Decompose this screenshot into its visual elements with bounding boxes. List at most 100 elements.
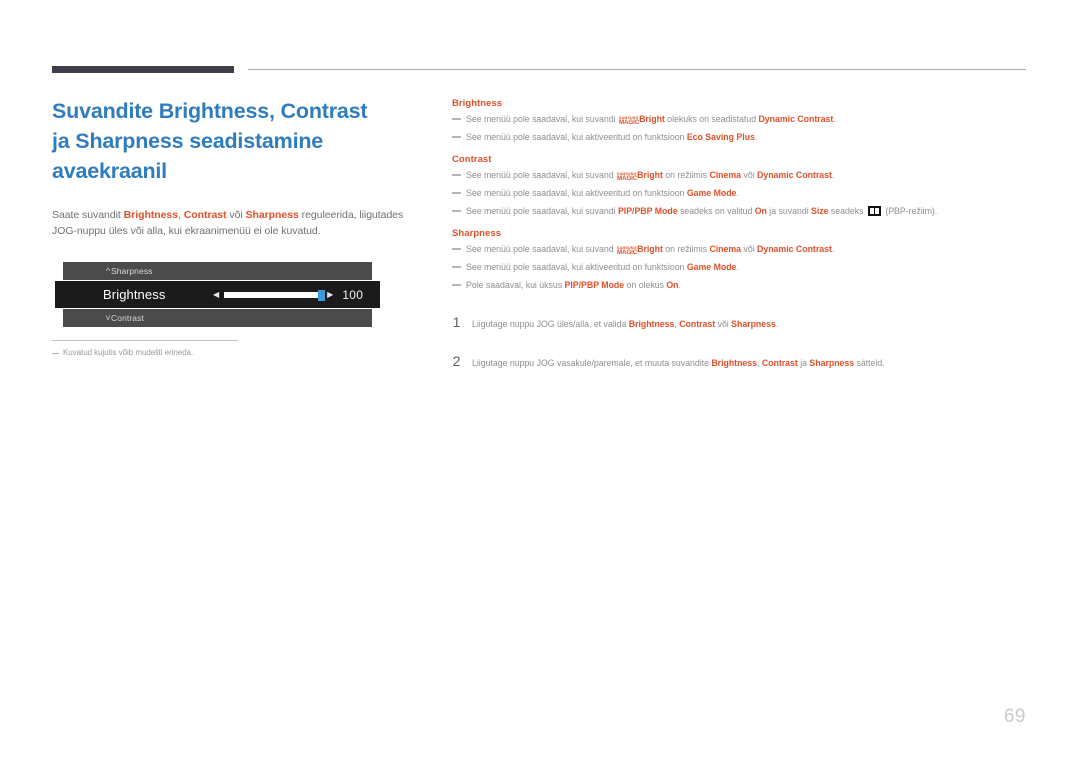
- note-bullet-text: See menüü pole saadaval, kui suvand SAMS…: [466, 242, 1022, 257]
- chevron-up-icon: ^: [105, 265, 111, 276]
- dash-bullet-icon: [452, 284, 461, 286]
- steps-list: 1 Liigutage nuppu JOG üles/alla, et valid…: [452, 315, 1022, 370]
- note-bullet-text: See menüü pole saadaval, kui aktiveeritu…: [466, 130, 1022, 145]
- body-text: on olekus: [624, 280, 667, 290]
- emphasis-term: Eco Saving Plus: [686, 132, 755, 142]
- body-text: Pole saadaval, kui üksus: [466, 280, 565, 290]
- emphasis-term: Contrast: [679, 319, 716, 329]
- osd-slider[interactable]: ◀ ▶ 100: [213, 281, 373, 308]
- dash-bullet-icon: [452, 174, 461, 176]
- dash-bullet-icon: [452, 266, 461, 268]
- emphasis-term: Contrast: [183, 209, 227, 221]
- body-text: See menüü pole saadaval, kui suvand: [466, 170, 617, 180]
- note-bullet: See menüü pole saadaval, kui aktiveeritu…: [452, 186, 1022, 201]
- emphasis-term: Sharpness: [809, 358, 855, 368]
- body-text: See menüü pole saadaval, kui aktiveeritu…: [466, 262, 687, 272]
- step-number: 1: [452, 314, 461, 330]
- dash-bullet-icon: [452, 118, 461, 120]
- emphasis-term: Contrast: [761, 358, 798, 368]
- footnote: Kuvatud kujutis võib mudeliti erineda.: [52, 348, 252, 357]
- chevron-down-icon: ˅: [105, 312, 111, 323]
- note-bullet: Pole saadaval, kui üksus PIP/PBP Mode on…: [452, 278, 1022, 293]
- body-text: .: [831, 170, 835, 180]
- slider-track[interactable]: [224, 289, 326, 301]
- note-group-heading: Brightness: [452, 98, 503, 109]
- body-text: ja: [797, 358, 810, 368]
- body-text: Saate suvandit: [52, 209, 124, 221]
- samsung-magic-logo-icon: SAMSUNG MAGIC: [617, 172, 638, 182]
- body-text: seadeks on valitud: [677, 206, 755, 216]
- pbp-size-icon: [867, 206, 881, 216]
- emphasis-term: Cinema: [709, 170, 742, 180]
- body-text: seadeks: [828, 206, 866, 216]
- page-title-line-2: ja Sharpness seadistamine: [52, 129, 324, 153]
- note-group-brightness: Brightness See menüü pole saadaval, kui s…: [452, 98, 1022, 145]
- body-text: See menüü pole saadaval, kui suvandi: [466, 206, 618, 216]
- footnote-rule: [52, 340, 238, 341]
- emphasis-term: Dynamic Contrast: [758, 114, 834, 124]
- body-text: või: [741, 244, 758, 254]
- note-bullet-text: See menüü pole saadaval, kui suvandi SAM…: [466, 112, 1022, 127]
- footnote-text: Kuvatud kujutis võib mudeliti erineda.: [63, 348, 194, 357]
- slider-left-arrow-icon[interactable]: ◀: [213, 290, 219, 299]
- emphasis-term: PIP/PBP Mode: [617, 206, 678, 216]
- osd-row-contrast[interactable]: ˅ Contrast: [63, 309, 372, 327]
- dash-bullet-icon: [452, 248, 461, 250]
- note-group-sharpness: Sharpness See menüü pole saadaval, kui su…: [452, 228, 1022, 293]
- header-rule-thin: [248, 69, 1026, 70]
- note-bullet: See menüü pole saadaval, kui suvandi SAM…: [452, 112, 1022, 127]
- body-text: ja suvandi: [766, 206, 812, 216]
- body-text: .: [736, 188, 739, 198]
- intro-paragraph: Saate suvandit Brightness, Contrast või …: [52, 208, 404, 239]
- emphasis-term: On: [754, 206, 767, 216]
- osd-widget: ^ Sharpness Brightness ◀ ▶ 100 ˅ Contras…: [55, 262, 380, 327]
- note-bullet: See menüü pole saadaval, kui suvandi PIP…: [452, 204, 1022, 219]
- emphasis-term: Brightness: [123, 209, 178, 221]
- emphasis-term: Sharpness: [731, 319, 776, 329]
- body-text: .: [775, 319, 779, 329]
- note-bullet: See menüü pole saadaval, kui aktiveeritu…: [452, 260, 1022, 275]
- slider-knob[interactable]: [318, 289, 326, 301]
- page-title: Suvandite Brightness, Contrast ja Sharpne…: [52, 96, 422, 186]
- note-group-contrast: Contrast See menüü pole saadaval, kui suv…: [452, 154, 1022, 219]
- note-bullet-text: See menüü pole saadaval, kui suvand SAMS…: [466, 168, 1022, 183]
- header-rule: [52, 66, 1026, 76]
- note-bullet-text: Pole saadaval, kui üksus PIP/PBP Mode on…: [466, 278, 1022, 293]
- step-number: 2: [452, 353, 461, 369]
- osd-selected-label: Brightness: [103, 287, 166, 302]
- dash-bullet-icon: [452, 210, 461, 212]
- page-title-line-3: avaekraanil: [52, 159, 167, 183]
- emphasis-term: Size: [811, 206, 829, 216]
- body-text: või: [226, 209, 246, 221]
- slider-value: 100: [342, 287, 364, 302]
- body-text: .: [754, 132, 758, 142]
- dash-bullet-icon: [452, 192, 461, 194]
- body-text: Liigutage nuppu JOG üles/alla, et valida: [472, 319, 629, 329]
- body-text: .: [833, 114, 836, 124]
- emphasis-term: Bright: [637, 244, 663, 254]
- osd-row-sharpness[interactable]: ^ Sharpness: [63, 262, 372, 280]
- footnote-block: Kuvatud kujutis võib mudeliti erineda.: [52, 340, 252, 357]
- osd-row-brightness-selected[interactable]: Brightness ◀ ▶ 100: [55, 281, 380, 308]
- body-text: sätteid.: [854, 358, 885, 368]
- emphasis-term: Sharpness: [245, 209, 299, 221]
- note-bullet: See menüü pole saadaval, kui suvand SAMS…: [452, 242, 1022, 257]
- osd-row-sharpness-label: Sharpness: [111, 266, 153, 276]
- note-bullet-text: See menüü pole saadaval, kui aktiveeritu…: [466, 186, 1022, 201]
- samsung-magic-logo-icon: SAMSUNG MAGIC: [617, 246, 638, 256]
- note-bullet-text: See menüü pole saadaval, kui aktiveeritu…: [466, 260, 1022, 275]
- osd-row-contrast-label: Contrast: [111, 313, 144, 323]
- note-bullet: See menüü pole saadaval, kui aktiveeritu…: [452, 130, 1022, 145]
- body-text: olekuks on seadistatud: [664, 114, 759, 124]
- slider-right-arrow-icon[interactable]: ▶: [327, 290, 333, 299]
- step-text: Liigutage nuppu JOG üles/alla, et valida…: [472, 315, 778, 331]
- right-column: Brightness See menüü pole saadaval, kui s…: [452, 98, 1022, 393]
- left-column: Suvandite Brightness, Contrast ja Sharpne…: [52, 96, 422, 250]
- emphasis-term: Game Mode: [686, 188, 737, 198]
- emphasis-term: Brightness: [711, 358, 758, 368]
- emphasis-term: Bright: [639, 114, 665, 124]
- body-text: on režiimis: [662, 170, 710, 180]
- note-group-heading: Sharpness: [452, 228, 502, 239]
- step-item: 1 Liigutage nuppu JOG üles/alla, et valid…: [452, 315, 1022, 331]
- body-text: See menüü pole saadaval, kui aktiveeritu…: [466, 132, 687, 142]
